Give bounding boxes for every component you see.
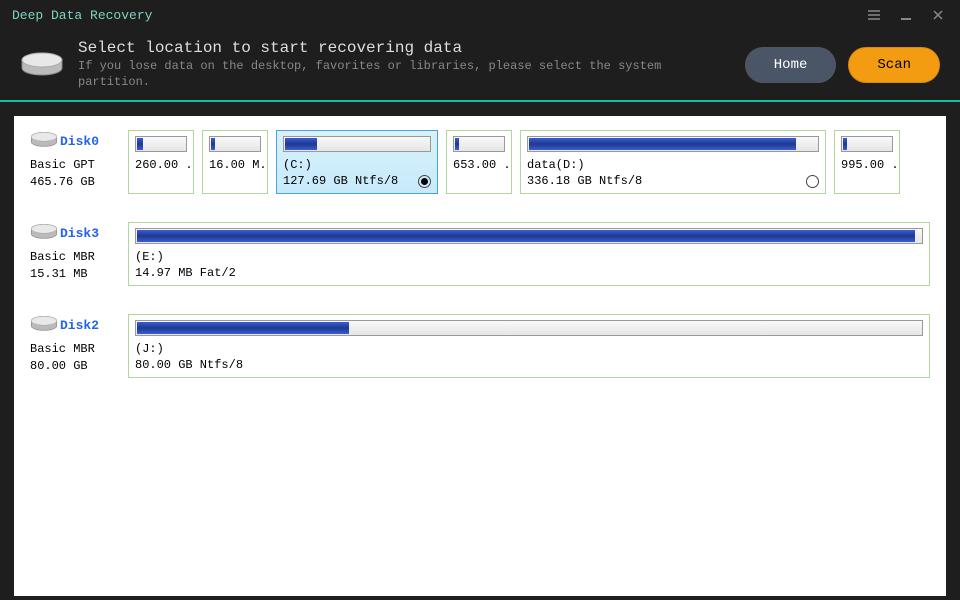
partition-label: (C:) [283, 158, 431, 172]
partition[interactable]: 16.00 M. [202, 130, 268, 194]
partition[interactable]: (E:) 14.97 MB Fat/2 [128, 222, 930, 286]
scan-button[interactable]: Scan [848, 47, 940, 83]
minimize-icon[interactable] [896, 5, 916, 25]
disk-drive-icon [30, 130, 58, 156]
usage-bar [135, 228, 923, 244]
partition[interactable]: 260.00 . [128, 130, 194, 194]
partition[interactable]: (C:) 127.69 GB Ntfs/8 [276, 130, 438, 194]
disk-list: Disk0 Basic GPT465.76 GB 260.00 . 16.00 M. (… [14, 116, 946, 596]
disk-row: Disk2 Basic MBR80.00 GB (J:) 80.00 GB Ntfs/… [30, 314, 930, 378]
partition-radio[interactable] [418, 175, 431, 188]
titlebar: Deep Data Recovery [0, 0, 960, 30]
partition[interactable]: 653.00 . [446, 130, 512, 194]
header-subtitle: If you lose data on the desktop, favorit… [78, 59, 733, 90]
partition-size: 127.69 GB Ntfs/8 [283, 174, 398, 188]
partition-size: 995.00 . [841, 158, 899, 172]
disk-type: Basic GPT [30, 157, 120, 174]
usage-bar [135, 136, 187, 152]
partition-list: (J:) 80.00 GB Ntfs/8 [128, 314, 930, 378]
partition-list: 260.00 . 16.00 M. (C:) 127.69 GB Ntfs/8 653.… [128, 130, 930, 194]
partition-size: 16.00 M. [209, 158, 267, 172]
partition-list: (E:) 14.97 MB Fat/2 [128, 222, 930, 286]
usage-bar [527, 136, 819, 152]
disk-size: 15.31 MB [30, 266, 120, 283]
partition[interactable]: data(D:) 336.18 GB Ntfs/8 [520, 130, 826, 194]
usage-bar [841, 136, 893, 152]
close-icon[interactable] [928, 5, 948, 25]
disk-info: Disk2 Basic MBR80.00 GB [30, 314, 120, 374]
disk-drive-icon [20, 51, 64, 79]
header: Select location to start recovering data… [0, 30, 960, 102]
partition-size: 260.00 . [135, 158, 193, 172]
usage-bar [135, 320, 923, 336]
partition-label: (E:) [135, 250, 923, 264]
partition[interactable]: 995.00 . [834, 130, 900, 194]
partition-label: data(D:) [527, 158, 819, 172]
usage-bar [283, 136, 431, 152]
partition-label: (J:) [135, 342, 923, 356]
disk-drive-icon [30, 314, 58, 340]
disk-row: Disk3 Basic MBR15.31 MB (E:) 14.97 MB Fat/2 [30, 222, 930, 286]
menu-icon[interactable] [864, 5, 884, 25]
disk-info: Disk3 Basic MBR15.31 MB [30, 222, 120, 282]
partition-size: 80.00 GB Ntfs/8 [135, 358, 243, 372]
usage-bar [209, 136, 261, 152]
disk-name: Disk2 [60, 317, 99, 335]
partition-radio[interactable] [899, 159, 900, 172]
disk-info: Disk0 Basic GPT465.76 GB [30, 130, 120, 190]
disk-name: Disk0 [60, 133, 99, 151]
disk-size: 80.00 GB [30, 358, 120, 375]
partition-size: 336.18 GB Ntfs/8 [527, 174, 642, 188]
home-button[interactable]: Home [745, 47, 837, 83]
disk-drive-icon [30, 222, 58, 248]
disk-type: Basic MBR [30, 341, 120, 358]
usage-bar [453, 136, 505, 152]
app-title: Deep Data Recovery [12, 8, 152, 23]
partition-size: 14.97 MB Fat/2 [135, 266, 236, 280]
partition-size: 653.00 . [453, 158, 511, 172]
partition-radio[interactable] [193, 159, 194, 172]
disk-name: Disk3 [60, 225, 99, 243]
header-title: Select location to start recovering data [78, 39, 733, 57]
disk-row: Disk0 Basic GPT465.76 GB 260.00 . 16.00 M. (… [30, 130, 930, 194]
partition[interactable]: (J:) 80.00 GB Ntfs/8 [128, 314, 930, 378]
partition-radio[interactable] [511, 159, 512, 172]
disk-type: Basic MBR [30, 249, 120, 266]
disk-size: 465.76 GB [30, 174, 120, 191]
partition-radio[interactable] [806, 175, 819, 188]
partition-radio[interactable] [267, 159, 268, 172]
